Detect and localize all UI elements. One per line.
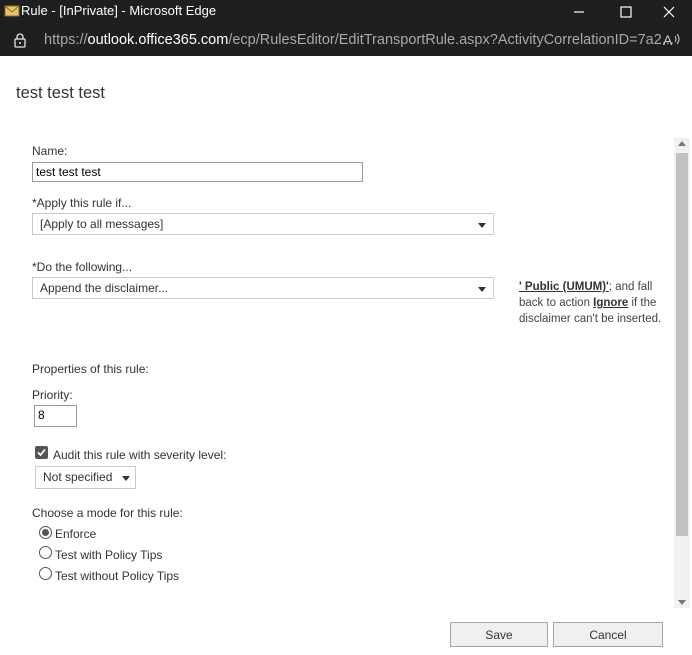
lock-icon[interactable] xyxy=(12,32,28,48)
mode-test-with-tips-label: Test with Policy Tips xyxy=(55,548,163,562)
page-title: test test test xyxy=(16,84,105,102)
fallback-action-link[interactable]: Ignore xyxy=(593,297,628,309)
do-following-dropdown[interactable]: Append the disclaimer... xyxy=(32,277,494,299)
url-prefix: https:// xyxy=(44,32,88,48)
chevron-down-icon xyxy=(478,287,486,292)
radio-test-without-policy-tips[interactable] xyxy=(39,567,52,580)
do-following-label: *Do the following... xyxy=(32,260,133,274)
window-title: Rule - [InPrivate] - Microsoft Edge xyxy=(21,3,217,18)
disclaimer-text-link[interactable]: ' Public (UMUM)' xyxy=(519,281,609,293)
mode-enforce-label: Enforce xyxy=(55,527,97,541)
checkmark-icon xyxy=(37,448,46,457)
svg-text:A: A xyxy=(663,32,673,48)
do-following-value: Append the disclaimer... xyxy=(40,281,169,295)
priority-input[interactable]: 8 xyxy=(34,405,77,427)
url-host: outlook.office365.com xyxy=(87,32,229,48)
close-button[interactable] xyxy=(646,0,692,24)
properties-label: Properties of this rule: xyxy=(32,362,149,376)
apply-rule-label: *Apply this rule if... xyxy=(32,196,132,210)
cancel-button[interactable]: Cancel xyxy=(553,622,663,647)
name-input[interactable]: test test test xyxy=(32,162,363,182)
radio-test-with-policy-tips[interactable] xyxy=(39,546,52,559)
vertical-scrollbar[interactable] xyxy=(674,138,690,608)
audit-label: Audit this rule with severity level: xyxy=(53,448,227,462)
url-field[interactable]: https://outlook.office365.com/ecp/RulesE… xyxy=(44,32,674,48)
severity-value: Not specified xyxy=(43,470,113,484)
scroll-down-icon[interactable] xyxy=(678,600,686,605)
minimize-icon xyxy=(574,11,584,13)
priority-label: Priority: xyxy=(32,388,73,402)
name-label: Name: xyxy=(32,144,68,158)
scrollbar-thumb[interactable] xyxy=(676,153,688,536)
apply-rule-dropdown[interactable]: [Apply to all messages] xyxy=(32,213,494,235)
chevron-down-icon xyxy=(122,476,130,481)
url-path: /ecp/RulesEditor/EditTransportRule.aspx?… xyxy=(228,32,674,48)
scroll-up-icon[interactable] xyxy=(678,141,686,146)
apply-rule-value: [Apply to all messages] xyxy=(40,217,164,231)
audit-checkbox[interactable] xyxy=(35,446,48,459)
mode-label: Choose a mode for this rule: xyxy=(32,506,183,520)
read-aloud-icon[interactable]: A xyxy=(662,30,682,50)
maximize-button[interactable] xyxy=(603,0,649,24)
close-icon xyxy=(663,6,675,18)
mode-test-without-tips-label: Test without Policy Tips xyxy=(55,569,180,583)
action-description: ' Public (UMUM)'; and fall back to actio… xyxy=(519,279,669,327)
save-button[interactable]: Save xyxy=(450,622,548,647)
radio-enforce[interactable] xyxy=(39,526,52,539)
title-bar: Rule - [InPrivate] - Microsoft Edge xyxy=(0,0,692,24)
maximize-icon xyxy=(620,6,632,18)
address-bar: https://outlook.office365.com/ecp/RulesE… xyxy=(0,24,692,56)
outlook-app-icon xyxy=(4,3,20,19)
minimize-button[interactable] xyxy=(556,0,602,24)
severity-dropdown[interactable]: Not specified xyxy=(35,466,136,489)
chevron-down-icon xyxy=(478,223,486,228)
